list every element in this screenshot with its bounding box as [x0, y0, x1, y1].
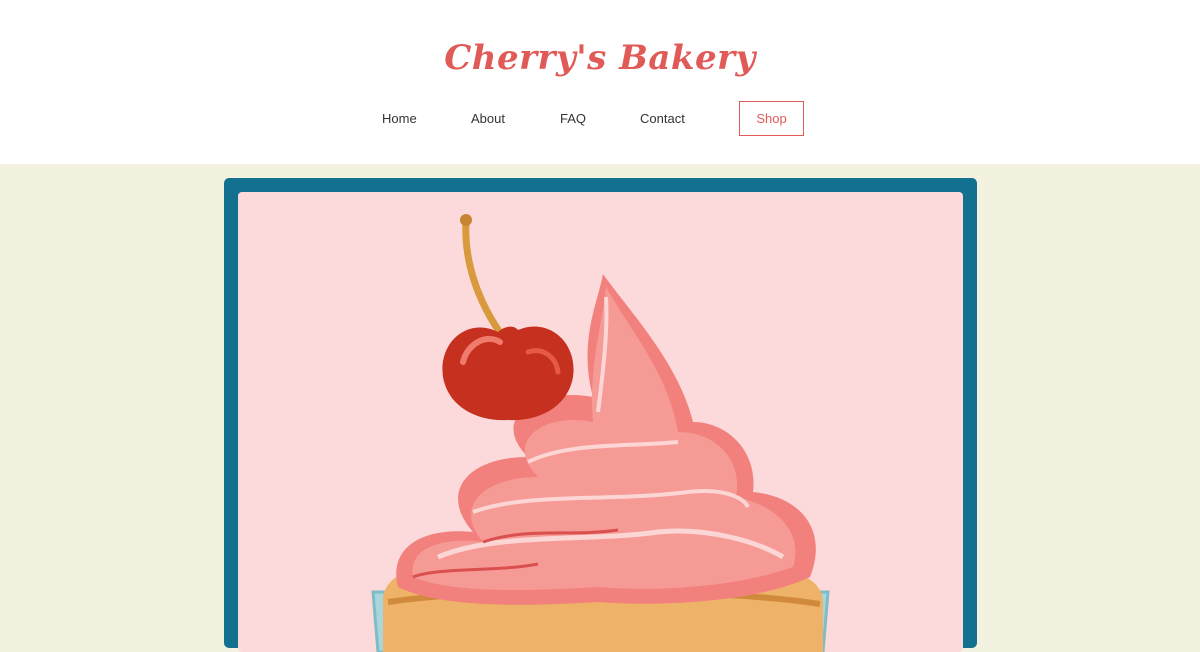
- nav-link-contact[interactable]: Contact: [640, 101, 685, 136]
- main-nav: Home About FAQ Contact Shop: [0, 101, 1200, 136]
- site-logo[interactable]: Cherry's Bakery: [0, 38, 1200, 78]
- frosting: [396, 274, 816, 605]
- shop-button[interactable]: Shop: [739, 101, 804, 136]
- cupcake-illustration: [371, 214, 830, 652]
- site-header: Cherry's Bakery Home About FAQ Contact S…: [0, 0, 1200, 164]
- nav-link-home[interactable]: Home: [382, 101, 417, 136]
- hero-image: [238, 192, 963, 652]
- cherry-stem: [462, 218, 507, 341]
- cherry: [442, 326, 574, 421]
- hero-image-frame: [224, 178, 977, 652]
- nav-link-faq[interactable]: FAQ: [560, 101, 586, 136]
- nav-link-about[interactable]: About: [471, 101, 505, 136]
